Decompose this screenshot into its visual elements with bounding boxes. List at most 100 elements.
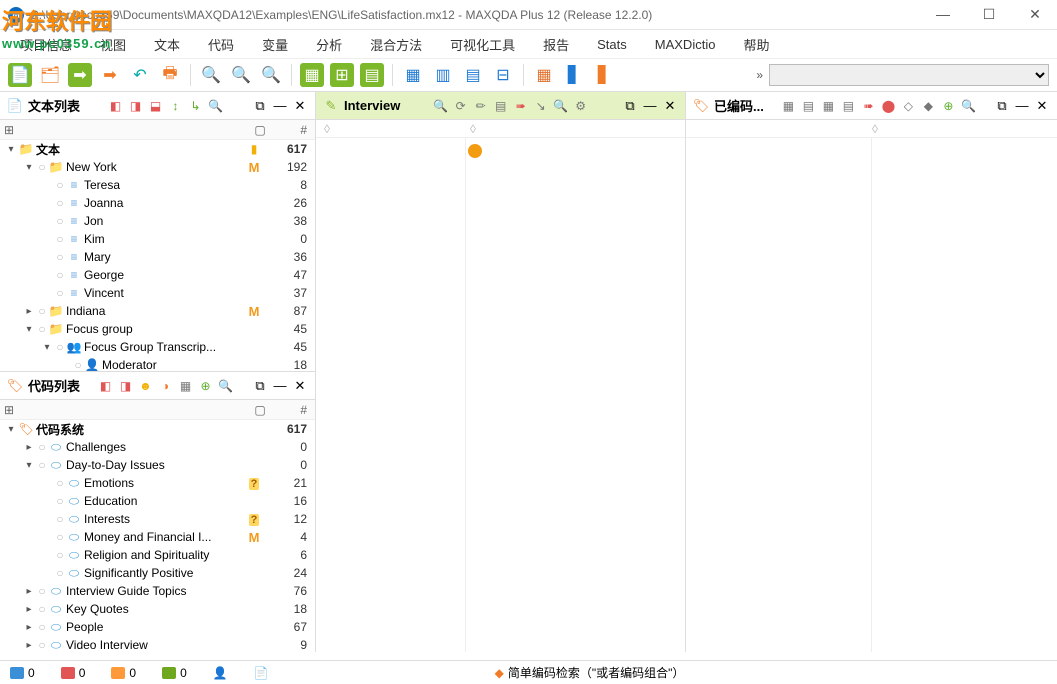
tree-row[interactable]: ○≡Kim0 [0, 230, 315, 248]
expand-icon[interactable]: ▸ [22, 640, 36, 651]
search-code-icon[interactable]: 🔍 [259, 63, 283, 87]
expand-icon[interactable]: ▾ [22, 162, 36, 173]
retrieval-label[interactable]: 简单编码检索（"或者编码组合"） [508, 664, 685, 681]
menu-help[interactable]: 帮助 [731, 31, 781, 58]
quick-code-combo[interactable] [769, 64, 1049, 86]
panel-hide-icon[interactable]: — [1013, 97, 1031, 115]
panel-close-icon[interactable]: ✕ [1033, 97, 1051, 115]
import-icon[interactable]: ➡ [68, 63, 92, 87]
tree-row[interactable]: ▸○⬭Challenges0 [0, 438, 315, 456]
activate-docs-icon[interactable]: ◧ [107, 97, 125, 115]
deactivate-docs-icon[interactable]: ◨ [127, 97, 145, 115]
activate-dot[interactable]: ○ [36, 322, 48, 336]
menu-vars[interactable]: 变量 [250, 31, 300, 58]
layout2-icon[interactable]: ▋ [562, 63, 586, 87]
browser-body[interactable] [316, 138, 685, 652]
tree-row[interactable]: ▸○⬭Video Interview9 [0, 636, 315, 652]
document-tree[interactable]: ▾ 📁 文本 ▮ 617 ▾○📁New YorkM192○≡Teresa8○≡J… [0, 140, 315, 371]
activate-dot[interactable]: ○ [54, 476, 66, 490]
expand-icon[interactable]: ▸ [22, 586, 36, 597]
activate-dot[interactable]: ○ [54, 548, 66, 562]
menu-stats[interactable]: Stats [585, 33, 639, 56]
memo-icon[interactable]: M [241, 160, 267, 175]
expand-icon[interactable]: ▸ [22, 442, 36, 453]
memo-icon[interactable]: ▤ [360, 63, 384, 87]
panel-hide-icon[interactable]: — [271, 377, 289, 395]
add-icon[interactable]: ⊕ [939, 97, 957, 115]
expand-icon[interactable]: ▾ [22, 460, 36, 471]
code-tree[interactable]: ▾ 🏷 代码系统 617 ▸○⬭Challenges0▾○⬭Day-to-Day… [0, 420, 315, 652]
panel-close-icon[interactable]: ✕ [661, 97, 679, 115]
activate-dot[interactable]: ○ [54, 250, 66, 264]
chevron-down-icon[interactable]: ▾ [4, 144, 18, 155]
expand-icon[interactable]: ↳ [187, 97, 205, 115]
tree-row[interactable]: ○⬭Money and Financial I...M4 [0, 528, 315, 546]
panel-dock-icon[interactable]: ⧉ [993, 97, 1011, 115]
expand-icon[interactable]: ▸ [22, 306, 36, 317]
matrix-icon[interactable]: ▦ [300, 63, 324, 87]
tree-row[interactable]: ○≡Jon38 [0, 212, 315, 230]
tree-row[interactable]: ○⬭Education16 [0, 492, 315, 510]
tree-row[interactable]: ○≡Vincent37 [0, 284, 315, 302]
settings-icon[interactable]: ⚙ [572, 97, 590, 115]
refresh-icon[interactable]: ⟳ [452, 97, 470, 115]
menu-mixed[interactable]: 混合方法 [358, 31, 434, 58]
new-doc-icon[interactable]: 📄 [8, 63, 32, 87]
activate-dot[interactable]: ○ [54, 286, 66, 300]
search-icon[interactable]: 🔍 [199, 63, 223, 87]
color-icon[interactable]: ◑ [157, 377, 175, 395]
activate-dot[interactable]: ○ [72, 358, 84, 371]
minimize-button[interactable]: — [929, 6, 957, 23]
search-codes-icon[interactable]: 🔍 [217, 377, 235, 395]
tree-row[interactable]: ▾○📁New YorkM192 [0, 158, 315, 176]
panel-dock-icon[interactable]: ⧉ [251, 377, 269, 395]
emoticon-icon[interactable]: ☻ [137, 377, 155, 395]
tree-row[interactable]: ○≡Teresa8 [0, 176, 315, 194]
search-browser-icon[interactable]: 🔍 [432, 97, 450, 115]
activate-dot[interactable]: ○ [54, 340, 66, 354]
overview-icon[interactable]: ▦ [779, 97, 797, 115]
activate-dot[interactable]: ○ [54, 214, 66, 228]
expand-icon[interactable]: ▾ [22, 324, 36, 335]
activate-dot[interactable]: ○ [54, 268, 66, 282]
expand-icon[interactable]: ▸ [22, 604, 36, 615]
excel-icon[interactable]: ▦ [819, 97, 837, 115]
tree-row[interactable]: ○👤Moderator18 [0, 356, 315, 371]
panel-hide-icon[interactable]: — [271, 97, 289, 115]
tree-row[interactable]: ▾○⬭Day-to-Day Issues0 [0, 456, 315, 474]
tree-row[interactable]: ○⬭Interests?12 [0, 510, 315, 528]
memo-icon[interactable]: ? [241, 512, 267, 526]
memo-icon[interactable]: M [241, 304, 267, 319]
tree-row[interactable]: ○≡Joanna26 [0, 194, 315, 212]
menu-project[interactable]: 项目信息 [8, 31, 84, 58]
activate-dot[interactable]: ○ [54, 178, 66, 192]
activate-dot[interactable]: ○ [36, 584, 48, 598]
tree-row[interactable]: ○≡Mary36 [0, 248, 315, 266]
zoom2-icon[interactable]: 🔍 [959, 97, 977, 115]
panel-close-icon[interactable]: ✕ [291, 97, 309, 115]
print-icon[interactable]: 🖶 [158, 63, 182, 87]
panel-dock-icon[interactable]: ⧉ [251, 97, 269, 115]
tree-row[interactable]: ▸○📁IndianaM87 [0, 302, 315, 320]
search2-icon[interactable]: 🔍 [229, 63, 253, 87]
doc-root[interactable]: ▾ 📁 文本 ▮ 617 [0, 140, 315, 158]
view-icon[interactable]: ▤ [492, 97, 510, 115]
table-icon[interactable]: ▦ [177, 377, 195, 395]
portrait-icon[interactable]: ▥ [431, 63, 455, 87]
panel-hide-icon[interactable]: — [641, 97, 659, 115]
toolbar-more-icon[interactable]: » [756, 68, 763, 82]
activate-dot[interactable]: ○ [54, 494, 66, 508]
activate-codes-icon[interactable]: ◧ [97, 377, 115, 395]
activate-dot[interactable]: ○ [54, 566, 66, 580]
word-icon[interactable]: ▤ [839, 97, 857, 115]
table2-icon[interactable]: ▤ [799, 97, 817, 115]
tree-row[interactable]: ▾○👥Focus Group Transcrip...45 [0, 338, 315, 356]
activate-dot[interactable]: ○ [36, 304, 48, 318]
menu-code[interactable]: 代码 [196, 31, 246, 58]
new-code-icon[interactable]: ⊕ [197, 377, 215, 395]
tree-row[interactable]: ○⬭Significantly Positive24 [0, 564, 315, 582]
segment-icon[interactable]: ⬤ [879, 97, 897, 115]
tree-row[interactable]: ○⬭Religion and Spirituality6 [0, 546, 315, 564]
close-button[interactable]: ✕ [1021, 6, 1049, 23]
layout1-icon[interactable]: ▦ [532, 63, 556, 87]
